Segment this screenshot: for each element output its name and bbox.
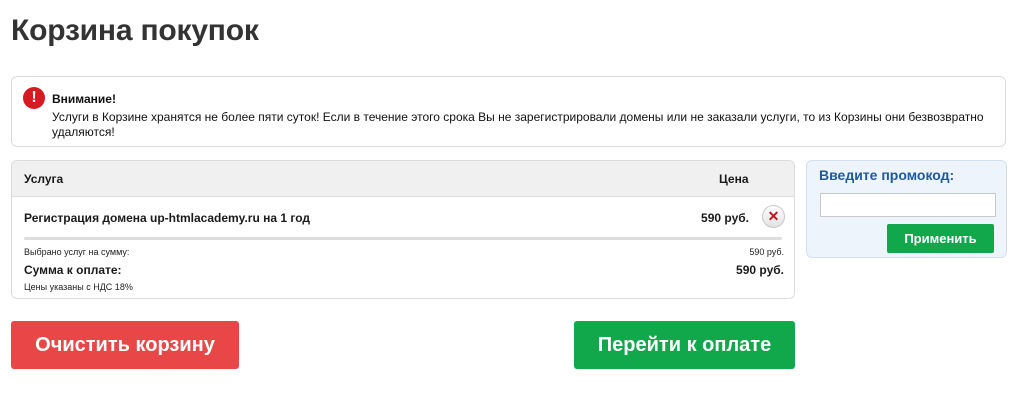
cart-header: Услуга Цена <box>12 161 794 197</box>
clear-cart-button[interactable]: Очистить корзину <box>11 321 239 369</box>
apply-promo-button[interactable]: Применить <box>887 224 994 253</box>
close-icon: ✕ <box>767 208 780 224</box>
notice-text: Услуги в Корзине хранятся не более пяти … <box>52 110 984 139</box>
column-header-price: Цена <box>719 172 749 186</box>
column-header-service: Услуга <box>24 172 64 186</box>
checkout-button[interactable]: Перейти к оплате <box>574 321 795 369</box>
cart-table: Услуга Цена Регистрация домена up-htmlac… <box>11 160 795 299</box>
cart-summary: Выбрано услуг на сумму: 590 руб. Сумма к… <box>12 240 794 298</box>
promo-title: Введите промокод: <box>819 167 955 183</box>
promo-panel: Введите промокод: Применить <box>806 160 1007 258</box>
total-label: Сумма к оплате: <box>24 263 122 277</box>
promo-code-input[interactable] <box>820 193 996 217</box>
warning-notice: ! Внимание! Услуги в Корзине хранятся не… <box>11 76 1006 147</box>
selected-sum-value: 590 руб. <box>749 247 784 257</box>
cart-item-row: Регистрация домена up-htmlacademy.ru на … <box>12 197 794 237</box>
vat-note: Цены указаны с НДС 18% <box>24 282 133 292</box>
cart-item-name: Регистрация домена up-htmlacademy.ru на … <box>24 211 311 225</box>
exclamation-icon: ! <box>23 87 45 109</box>
notice-title: Внимание! <box>52 92 116 106</box>
page-title: Корзина покупок <box>11 14 259 47</box>
cart-item-price: 590 руб. <box>701 211 749 225</box>
remove-item-button[interactable]: ✕ <box>762 205 785 228</box>
selected-sum-label: Выбрано услуг на сумму: <box>24 247 130 257</box>
total-value: 590 руб. <box>736 263 784 277</box>
